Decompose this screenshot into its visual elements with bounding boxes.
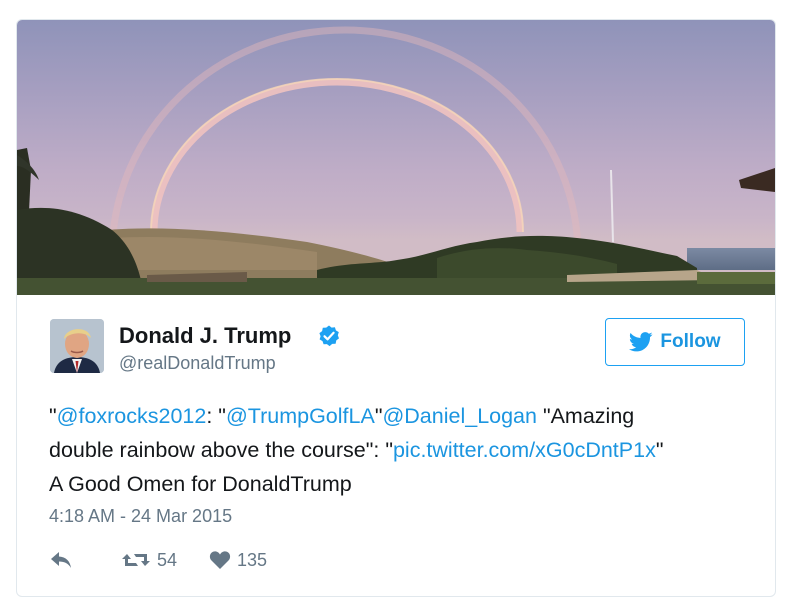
follow-label: Follow [660,331,721,352]
text-segment: double rainbow above the course": " [49,438,393,462]
follow-button[interactable]: Follow [605,318,745,366]
verified-badge-icon [319,325,339,347]
text-segment: "Amazing [536,404,635,428]
tweet-card: Donald J. Trump @realDonaldTrump Follow … [16,19,776,597]
pic-link[interactable]: pic.twitter.com/xG0cDntP1x [393,438,656,462]
mention-link-daniel-logan[interactable]: @Daniel_Logan [382,404,537,428]
avatar[interactable] [50,319,104,373]
tweet-text: "@foxrocks2012: "@TrumpGolfLA"@Daniel_Lo… [49,399,759,501]
text-segment: A Good Omen for DonaldTrump [49,472,352,496]
tweet-photo[interactable] [17,20,775,295]
tweet-actions: 54 135 [49,545,349,575]
text-segment: " [49,404,57,428]
avatar-portrait-icon [50,319,104,373]
tweet-line-3: A Good Omen for DonaldTrump [49,467,759,501]
retweet-icon [122,554,150,566]
like-count: 135 [237,549,268,570]
tweet-line-1: "@foxrocks2012: "@TrumpGolfLA"@Daniel_Lo… [49,399,759,433]
tweet-timestamp[interactable]: 4:18 AM - 24 Mar 2015 [49,506,232,527]
user-name[interactable]: Donald J. Trump [119,323,291,349]
twitter-bird-icon [629,332,654,352]
tweet-line-2: double rainbow above the course": "pic.t… [49,433,759,467]
retweet-count: 54 [157,549,178,570]
text-segment: : " [206,404,226,428]
mention-link-foxrocks2012[interactable]: @foxrocks2012 [57,404,207,428]
double-rainbow-image [17,26,775,295]
reply-button[interactable] [49,545,73,575]
heart-icon [209,551,231,569]
user-handle[interactable]: @realDonaldTrump [119,353,276,374]
text-segment: " [655,438,664,462]
mention-link-trumpgolfla[interactable]: @TrumpGolfLA [226,404,375,428]
retweet-button[interactable]: 54 [121,545,177,575]
reply-icon [51,552,71,568]
like-button[interactable]: 135 [209,545,267,575]
